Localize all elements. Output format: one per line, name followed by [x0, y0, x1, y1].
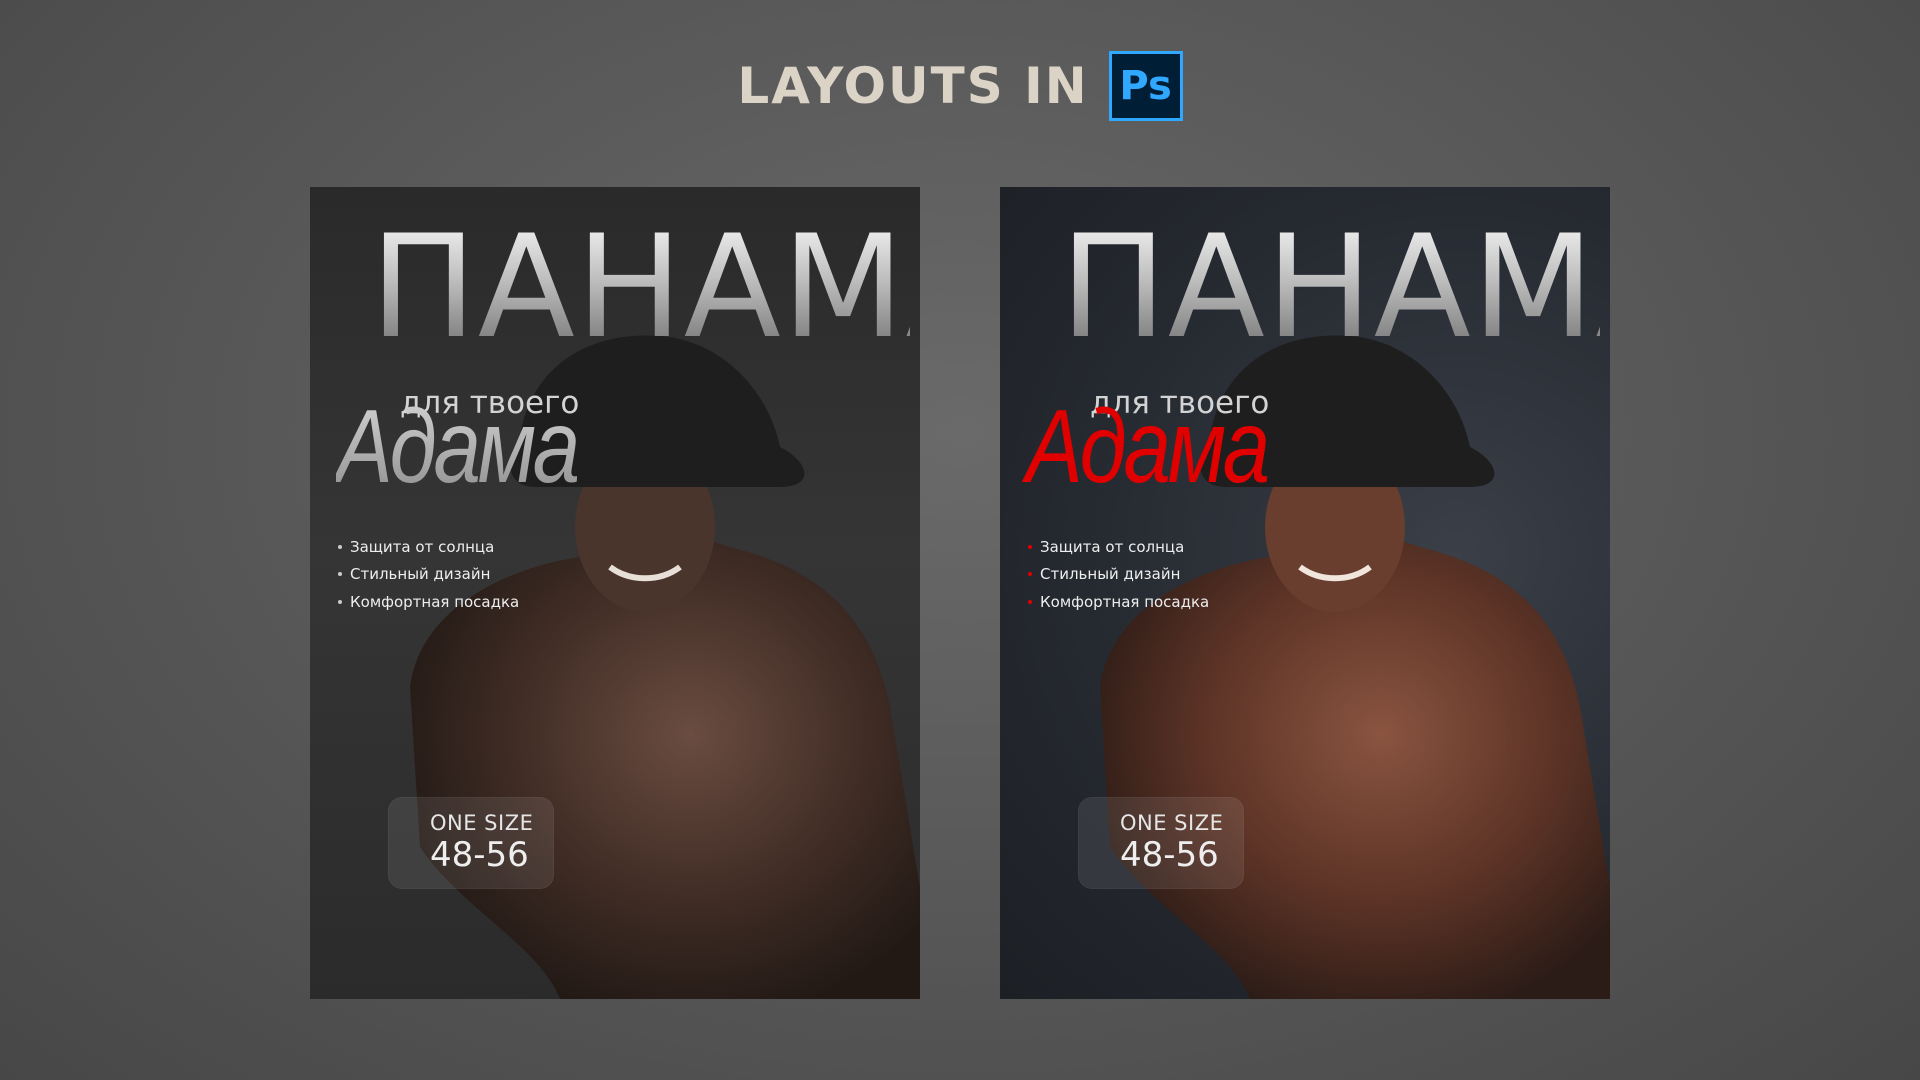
- feature-text: Комфортная посадка: [1040, 592, 1210, 611]
- poster-headline: ПАНАМА: [1060, 217, 1610, 359]
- feature-text: Стильный дизайн: [350, 565, 491, 584]
- size-value: 48-56: [1120, 835, 1219, 875]
- list-item: Комфортная посадка: [338, 588, 519, 616]
- bullet-icon: [338, 599, 342, 604]
- bullet-icon: [338, 572, 342, 577]
- header-title: LAYOUTS IN: [737, 57, 1089, 115]
- bullet-icon: [1028, 544, 1032, 549]
- poster-red: ПАНАМА для твоего Адама Защита от солнца…: [1000, 187, 1610, 999]
- list-item: Стильный дизайн: [338, 561, 519, 589]
- poster-headline: ПАНАМА: [370, 217, 920, 359]
- bullet-icon: [338, 544, 342, 549]
- bullet-icon: [1028, 599, 1032, 604]
- poster-gray: ПАНАМА для твоего Адама Защита от солнца…: [310, 187, 920, 999]
- list-item: Защита от солнца: [1028, 533, 1209, 561]
- size-value: 48-56: [430, 835, 529, 875]
- poster-name: Адама: [1026, 389, 1270, 505]
- photoshop-badge-text: Ps: [1119, 63, 1172, 109]
- photoshop-icon: Ps: [1108, 51, 1183, 121]
- page-header: LAYOUTS IN Ps: [0, 46, 1920, 126]
- size-label: ONE SIZE: [1120, 811, 1224, 835]
- feature-list: Защита от солнца Стильный дизайн Комфорт…: [338, 533, 519, 616]
- list-item: Комфортная посадка: [1028, 588, 1209, 616]
- size-label: ONE SIZE: [430, 811, 534, 835]
- feature-list: Защита от солнца Стильный дизайн Комфорт…: [1028, 533, 1209, 616]
- feature-text: Комфортная посадка: [350, 592, 520, 611]
- feature-text: Защита от солнца: [1040, 537, 1185, 556]
- list-item: Стильный дизайн: [1028, 561, 1209, 589]
- feature-text: Защита от солнца: [350, 537, 495, 556]
- poster-name: Адама: [336, 389, 580, 505]
- list-item: Защита от солнца: [338, 533, 519, 561]
- feature-text: Стильный дизайн: [1040, 565, 1181, 584]
- bullet-icon: [1028, 572, 1032, 577]
